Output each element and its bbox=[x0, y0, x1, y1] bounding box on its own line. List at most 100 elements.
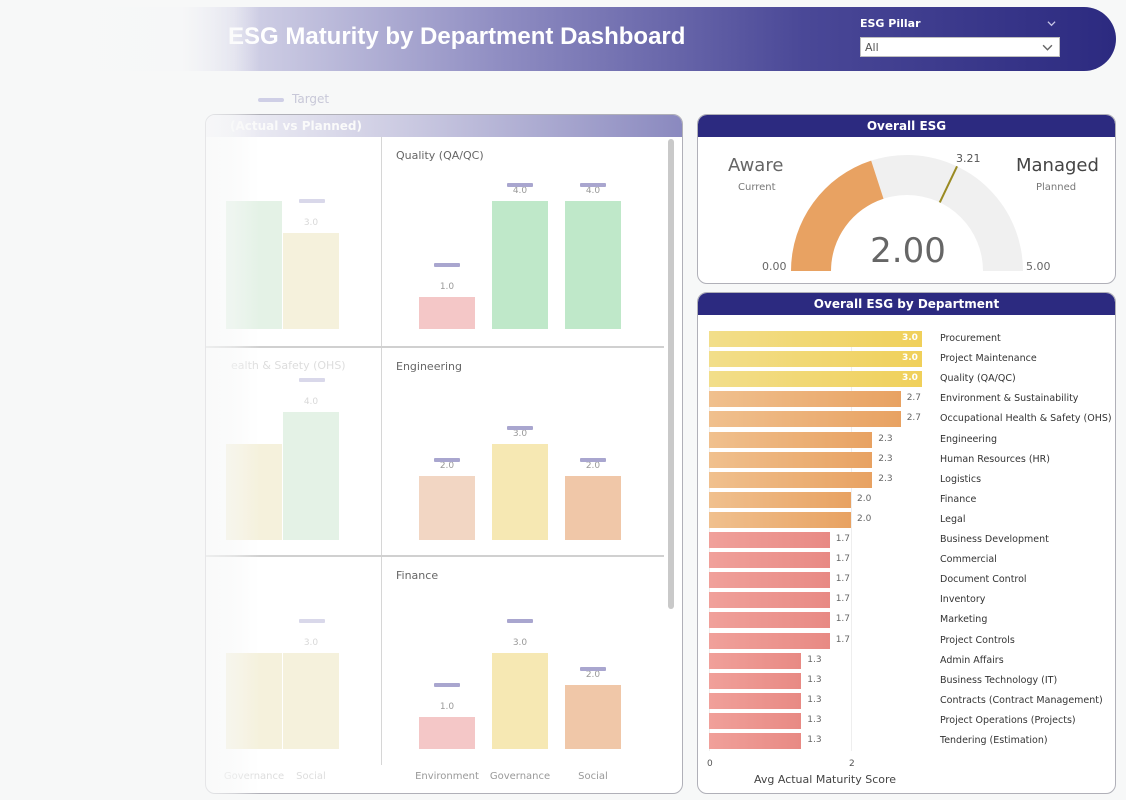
actual-vs-planned-panel: (Actual vs Planned) Quality (QA/QC) 1.0 4.… bbox=[205, 114, 683, 794]
bar-value-label: 3.0 bbox=[902, 333, 918, 343]
department-bar[interactable] bbox=[709, 532, 830, 548]
bar-value-label: 2.3 bbox=[878, 453, 893, 464]
bar-value-label: 1.7 bbox=[835, 534, 851, 544]
department-bar[interactable] bbox=[709, 672, 802, 689]
target-marker bbox=[507, 426, 533, 430]
target-marker bbox=[434, 683, 460, 687]
bar-value-label: 1.7 bbox=[835, 634, 851, 645]
department-name: Logistics bbox=[940, 473, 982, 485]
bar-value-label: 4.0 bbox=[585, 186, 601, 196]
department-bar[interactable] bbox=[709, 451, 873, 468]
bar-value-label: 1.3 bbox=[807, 714, 822, 725]
bar-value-label: 2.3 bbox=[878, 473, 893, 484]
target-marker bbox=[580, 667, 606, 671]
department-name: Project Maintenance bbox=[940, 353, 1037, 365]
target-legend-label: Target bbox=[292, 92, 330, 106]
x-axis-label: Governance bbox=[489, 771, 551, 782]
bar-value-label: 3.0 bbox=[902, 353, 918, 364]
overall-esg-by-department-panel: Overall ESG by Department 3.0 Procurement… bbox=[697, 292, 1116, 794]
target-marker bbox=[299, 378, 325, 382]
department-name: Admin Affairs bbox=[940, 654, 1004, 666]
department-bar[interactable] bbox=[709, 692, 802, 709]
bar-value-label: 2.0 bbox=[857, 513, 872, 524]
bar-value-label: 1.3 bbox=[807, 674, 822, 685]
bar[interactable] bbox=[492, 201, 548, 329]
target-marker bbox=[299, 199, 325, 203]
bar[interactable] bbox=[565, 476, 621, 540]
department-bar[interactable] bbox=[709, 552, 830, 569]
department-bar[interactable] bbox=[709, 572, 830, 589]
department-bar[interactable] bbox=[709, 411, 901, 428]
bar[interactable] bbox=[565, 201, 621, 329]
bar-value-label: 2.0 bbox=[857, 493, 872, 504]
scrollbar[interactable] bbox=[668, 139, 674, 609]
panel-title: Overall ESG by Department bbox=[698, 293, 1115, 315]
department-bar[interactable] bbox=[709, 511, 851, 528]
department-label: Finance bbox=[396, 569, 439, 582]
bar[interactable] bbox=[419, 476, 475, 540]
department-bar[interactable] bbox=[709, 391, 901, 408]
department-bar[interactable] bbox=[709, 652, 802, 669]
department-bar[interactable] bbox=[709, 491, 851, 508]
bar-value-label: 1.3 bbox=[807, 694, 822, 705]
bar[interactable] bbox=[492, 653, 548, 749]
department-name: Human Resources (HR) bbox=[940, 453, 1050, 465]
bar-value-label: 1.0 bbox=[439, 282, 455, 292]
bar-value-label: 1.3 bbox=[807, 654, 822, 665]
bar[interactable] bbox=[283, 653, 339, 749]
department-name: Document Control bbox=[940, 574, 1027, 586]
panel-title: (Actual vs Planned) bbox=[206, 115, 682, 137]
department-bar[interactable] bbox=[709, 733, 802, 749]
current-level: Aware bbox=[728, 155, 784, 176]
bar[interactable] bbox=[283, 412, 339, 540]
department-bar[interactable] bbox=[709, 612, 830, 629]
bar-value-label: 3.0 bbox=[902, 373, 918, 384]
bar-value-label: 1.7 bbox=[835, 594, 851, 605]
department-name: Contracts (Contract Management) bbox=[940, 694, 1103, 706]
bar[interactable] bbox=[492, 444, 548, 540]
bar-value-label: 2.7 bbox=[906, 393, 922, 404]
chevron-down-icon bbox=[1042, 44, 1053, 51]
grid-divider bbox=[381, 137, 382, 765]
bar-value-label: 3.0 bbox=[512, 638, 528, 648]
department-bar[interactable] bbox=[709, 431, 873, 448]
chevron-down-icon[interactable] bbox=[1047, 19, 1056, 28]
x-axis-label: Social bbox=[296, 771, 326, 782]
department-name: Commercial bbox=[940, 554, 997, 566]
department-bar[interactable] bbox=[709, 351, 922, 368]
department-name: Inventory bbox=[940, 594, 986, 606]
dropdown-value: All bbox=[865, 41, 879, 54]
bar-value-label: 4.0 bbox=[512, 186, 528, 196]
target-marker bbox=[507, 619, 533, 623]
department-name: Quality (QA/QC) bbox=[940, 373, 1016, 385]
department-bar[interactable] bbox=[709, 712, 802, 729]
bar[interactable] bbox=[283, 233, 339, 329]
current-label: Current bbox=[738, 182, 776, 193]
bar-value-label: 2.0 bbox=[585, 461, 601, 471]
esg-pillar-dropdown[interactable]: All bbox=[860, 37, 1060, 57]
page-title: ESG Maturity by Department Dashboard bbox=[228, 23, 686, 50]
department-name: Finance bbox=[940, 493, 977, 505]
department-bar[interactable] bbox=[709, 632, 830, 649]
department-name: Marketing bbox=[940, 614, 988, 626]
bar[interactable] bbox=[419, 717, 475, 749]
bar-value-label: 3.0 bbox=[512, 429, 528, 439]
bar-value-label: 2.0 bbox=[585, 670, 601, 680]
department-label: Engineering bbox=[396, 360, 462, 373]
gauge-target-label: 3.21 bbox=[956, 152, 981, 165]
bar[interactable] bbox=[565, 685, 621, 749]
grid-divider bbox=[206, 555, 664, 557]
department-bar[interactable] bbox=[709, 331, 922, 347]
department-bar[interactable] bbox=[709, 471, 873, 488]
target-marker bbox=[434, 458, 460, 462]
department-bar[interactable] bbox=[709, 371, 922, 388]
department-name: Legal bbox=[940, 513, 966, 525]
x-axis-label: Environment bbox=[415, 771, 479, 782]
department-bar[interactable] bbox=[709, 592, 830, 609]
bar-value-label: 1.3 bbox=[807, 735, 822, 745]
bar-value-label: 1.0 bbox=[439, 702, 455, 712]
bar[interactable] bbox=[419, 297, 475, 329]
gauge-min: 0.00 bbox=[762, 260, 787, 273]
grid-divider bbox=[206, 346, 664, 348]
bar-value-label: 2.3 bbox=[878, 433, 893, 444]
